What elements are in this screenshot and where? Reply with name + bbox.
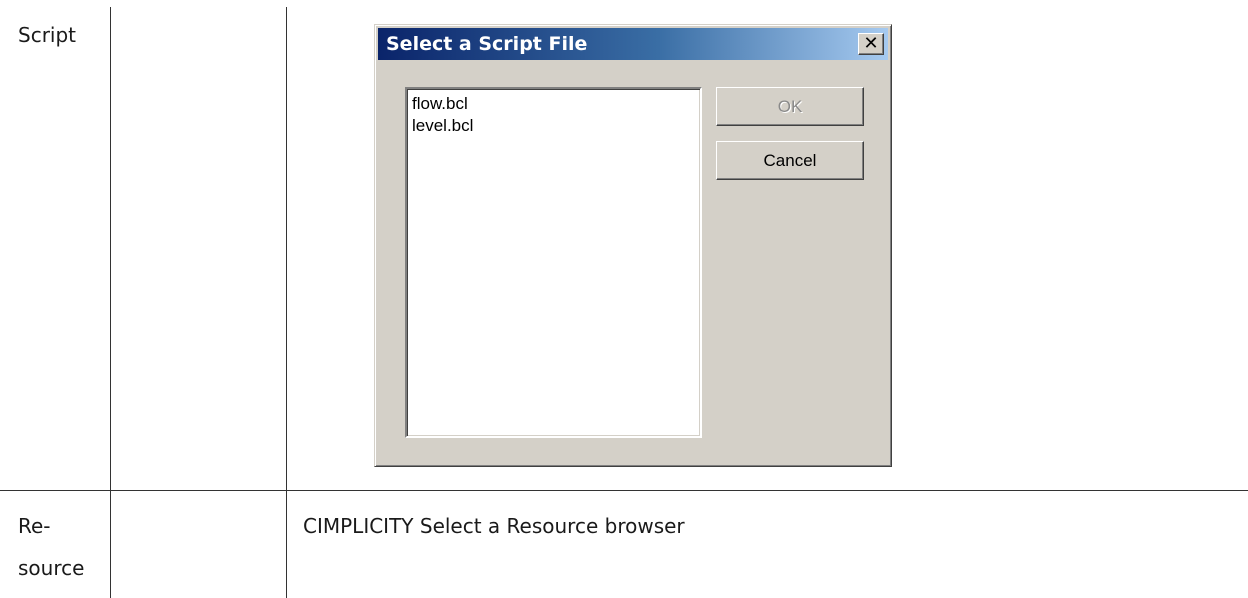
table-divider-col1 bbox=[110, 7, 111, 598]
row-label-resource-line2: source bbox=[18, 556, 85, 580]
close-button[interactable]: ✕ bbox=[858, 33, 884, 55]
script-file-list[interactable]: flow.bcl level.bcl bbox=[405, 87, 702, 438]
dialog-titlebar[interactable]: Select a Script File ✕ bbox=[378, 28, 888, 60]
ok-button[interactable]: OK bbox=[716, 87, 864, 126]
dialog-title: Select a Script File bbox=[386, 33, 588, 55]
row-description-resource: CIMPLICITY Select a Resource browser bbox=[303, 514, 685, 538]
select-script-file-dialog: Select a Script File ✕ flow.bcl level.bc… bbox=[374, 24, 892, 467]
list-item[interactable]: flow.bcl bbox=[412, 93, 468, 115]
cancel-button[interactable]: Cancel bbox=[716, 141, 864, 180]
list-item[interactable]: level.bcl bbox=[412, 115, 473, 137]
table-divider-col2 bbox=[286, 7, 287, 598]
row-label-resource-line1: Re- bbox=[18, 514, 51, 538]
table-row-divider bbox=[0, 490, 1248, 491]
row-label-script: Script bbox=[18, 23, 77, 47]
close-icon: ✕ bbox=[863, 33, 879, 54]
